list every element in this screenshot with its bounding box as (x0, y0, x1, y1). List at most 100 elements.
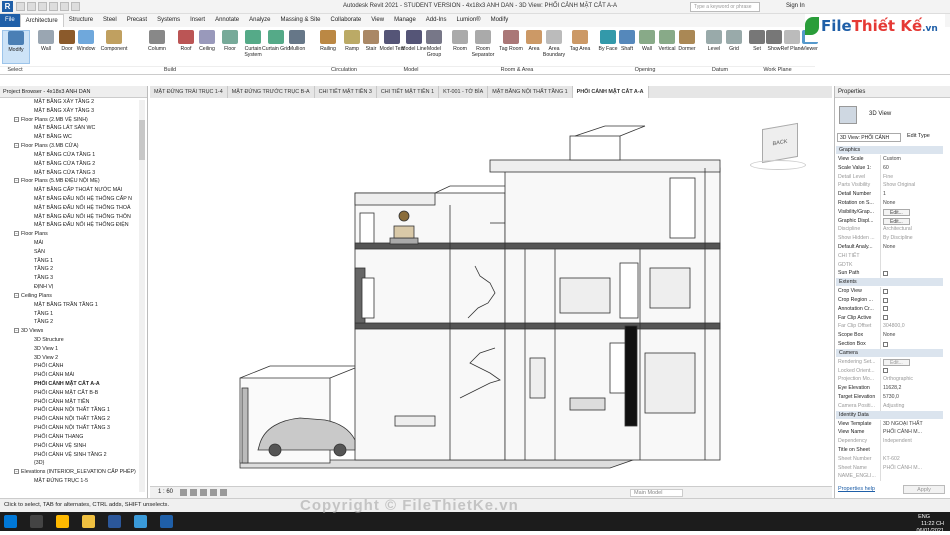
ribbon-tab-massing-site[interactable]: Massing & Site (275, 14, 325, 27)
ribbon-tab-steel[interactable]: Steel (98, 14, 122, 27)
tree-item[interactable]: 3D Structure (0, 336, 138, 345)
start-icon[interactable] (4, 515, 17, 528)
edit-button[interactable]: Edit... (883, 208, 910, 216)
tree-item[interactable]: TẦNG 1 (0, 310, 138, 319)
property-value[interactable]: Edit... (880, 357, 943, 367)
checkbox[interactable] (883, 297, 888, 303)
revit-taskbar-icon[interactable] (160, 515, 173, 528)
ribbon-tab-manage[interactable]: Manage (389, 14, 421, 27)
ribbon-tab-structure[interactable]: Structure (64, 14, 98, 27)
property-value[interactable] (880, 251, 943, 261)
tree-category[interactable]: − Floor Plans (0, 230, 138, 239)
property-value[interactable]: 1 (880, 190, 943, 199)
collapse-icon[interactable]: − (14, 178, 19, 184)
sign-in-link[interactable]: Sign In (786, 3, 805, 9)
checkbox[interactable] (883, 315, 888, 321)
property-value[interactable] (880, 304, 943, 314)
tree-item[interactable]: TẦNG 2 (0, 318, 138, 327)
tree-item[interactable]: MẶT BẰNG CỬA TẦNG 1 (0, 151, 138, 160)
tree-item[interactable]: SÂN (0, 248, 138, 257)
collapse-icon[interactable]: − (14, 328, 19, 334)
property-value[interactable]: None (880, 243, 943, 252)
ribbon-tab-collaborate[interactable]: Collaborate (326, 14, 367, 27)
ribbon-tab-systems[interactable]: Systems (152, 14, 185, 27)
ribbon-button-area-boundary-22[interactable]: Area Boundary (540, 30, 568, 64)
word-icon[interactable] (108, 515, 121, 528)
checkbox[interactable] (883, 306, 888, 312)
tree-item[interactable]: MẶT BẰNG ĐẤU NỐI HỆ THỐNG CẤP N (0, 195, 138, 204)
ribbon-tab-modify[interactable]: Modify (486, 14, 514, 27)
property-value[interactable]: 5730,0 (880, 393, 943, 402)
tree-item[interactable]: PHỐI CẢNH MÁI (0, 371, 138, 380)
tree-item[interactable]: MÁI (0, 239, 138, 248)
tree-item[interactable]: PHỐI CẢNH NỘI THẤT TẦNG 2 (0, 415, 138, 424)
edit-type-button[interactable]: Edit Type (907, 133, 930, 139)
tree-item[interactable]: {3D} (0, 459, 138, 468)
browser-scrollbar[interactable] (139, 100, 145, 492)
collapse-icon[interactable]: − (14, 231, 19, 237)
ribbon-button-mullion-11[interactable]: Mullion (283, 30, 311, 64)
ribbon-button-model-group-17[interactable]: Model Group (420, 30, 448, 64)
view-tab[interactable]: MẶT BẰNG NỘI THẤT TẦNG 1 (488, 86, 573, 98)
tree-item[interactable]: MẶT BẰNG ĐẤU NỐI HỆ THỐNG THÔN (0, 213, 138, 222)
tree-item[interactable]: PHỐI CẢNH VỆ SINH TẦNG 2 (0, 451, 138, 460)
property-value[interactable]: 304800,0 (880, 322, 943, 332)
tree-item[interactable]: PHỐI CẢNH VỆ SINH (0, 442, 138, 451)
chrome-icon[interactable] (56, 515, 69, 528)
property-value[interactable] (880, 340, 943, 349)
property-value[interactable] (880, 287, 943, 296)
collapse-icon[interactable]: − (14, 143, 19, 149)
language-indicator[interactable]: ENG (918, 514, 930, 520)
3d-view-canvas[interactable]: BACK (150, 98, 832, 486)
properties-section-camera[interactable]: Camera (836, 348, 943, 357)
view-tab[interactable]: CHI TIẾT MẶT TIỀN 1 (377, 86, 440, 98)
tree-item[interactable]: PHỐI CẢNH NỘI THẤT TẦNG 3 (0, 424, 138, 433)
revit-logo-icon[interactable]: R (2, 1, 13, 12)
tree-item[interactable]: PHỐI CẢNH THANG (0, 433, 138, 442)
tree-item[interactable]: MẶT BẰNG LÁT SÀN WC (0, 124, 138, 133)
property-value[interactable] (880, 269, 943, 279)
ribbon-tab-lumion-[interactable]: Lumion® (451, 14, 485, 27)
shadows-icon[interactable] (210, 489, 217, 496)
property-value[interactable]: PHỐI CẢNH M... (880, 428, 943, 438)
tree-item[interactable]: MẶT BẰNG ĐẤU NỐI HỆ THỐNG THOÁ (0, 204, 138, 213)
property-value[interactable]: 11628,2 (880, 384, 943, 393)
ribbon-button-column-5[interactable]: Column (143, 30, 171, 64)
checkbox[interactable] (883, 341, 888, 347)
tree-category[interactable]: −3D Views (0, 327, 138, 336)
property-value[interactable]: By Discipline (880, 234, 943, 243)
properties-section-extents[interactable]: Extents (836, 278, 943, 287)
property-value[interactable]: Show Original (880, 181, 943, 191)
instance-selector[interactable]: 3D View: PHỐI CẢNH (837, 133, 901, 142)
tree-item[interactable]: PHỐI CẢNH (0, 362, 138, 371)
tree-category[interactable]: − Elevations (INTERIOR_ELEVATION CẤP PHÉP… (0, 468, 138, 477)
tree-item[interactable]: TẦNG 3 (0, 274, 138, 283)
property-value[interactable] (880, 296, 943, 305)
ribbon-tab-annotate[interactable]: Annotate (210, 14, 244, 27)
property-value[interactable]: Fine (880, 172, 943, 182)
property-value[interactable] (880, 472, 943, 482)
checkbox[interactable] (883, 288, 888, 294)
property-value[interactable] (880, 446, 943, 455)
properties-section-graphics[interactable]: Graphics (836, 146, 943, 154)
collapse-icon[interactable]: − (14, 116, 19, 122)
property-value[interactable]: Adjusting (880, 401, 943, 411)
property-value[interactable]: Edit... (880, 216, 943, 226)
ribbon-tab-view[interactable]: View (366, 14, 389, 27)
viewcube[interactable]: BACK (762, 122, 798, 164)
ribbon-button-modify-0[interactable]: Modify (2, 30, 30, 64)
ribbon-tab-add-ins[interactable]: Add-Ins (421, 14, 452, 27)
tree-item[interactable]: 3D View 2 (0, 354, 138, 363)
tree-category[interactable]: − Floor Plans (5.MB ĐIỆU NỘI MẸ) (0, 177, 138, 186)
property-value[interactable]: Independent (880, 437, 943, 446)
property-value[interactable]: KT-602 (880, 454, 943, 464)
search-input[interactable]: Type a keyword or phrase (690, 2, 760, 12)
tree-item[interactable]: PHỐI CẢNH NỘI THẤT TẦNG 1 (0, 406, 138, 415)
property-value[interactable] (880, 366, 943, 376)
property-value[interactable]: None (880, 331, 943, 340)
detail-level-icon[interactable] (180, 489, 187, 496)
print-icon[interactable] (60, 2, 69, 11)
tree-category[interactable]: − Ceiling Plans (0, 292, 138, 301)
property-value[interactable]: None (880, 199, 943, 208)
redo-icon[interactable] (49, 2, 58, 11)
